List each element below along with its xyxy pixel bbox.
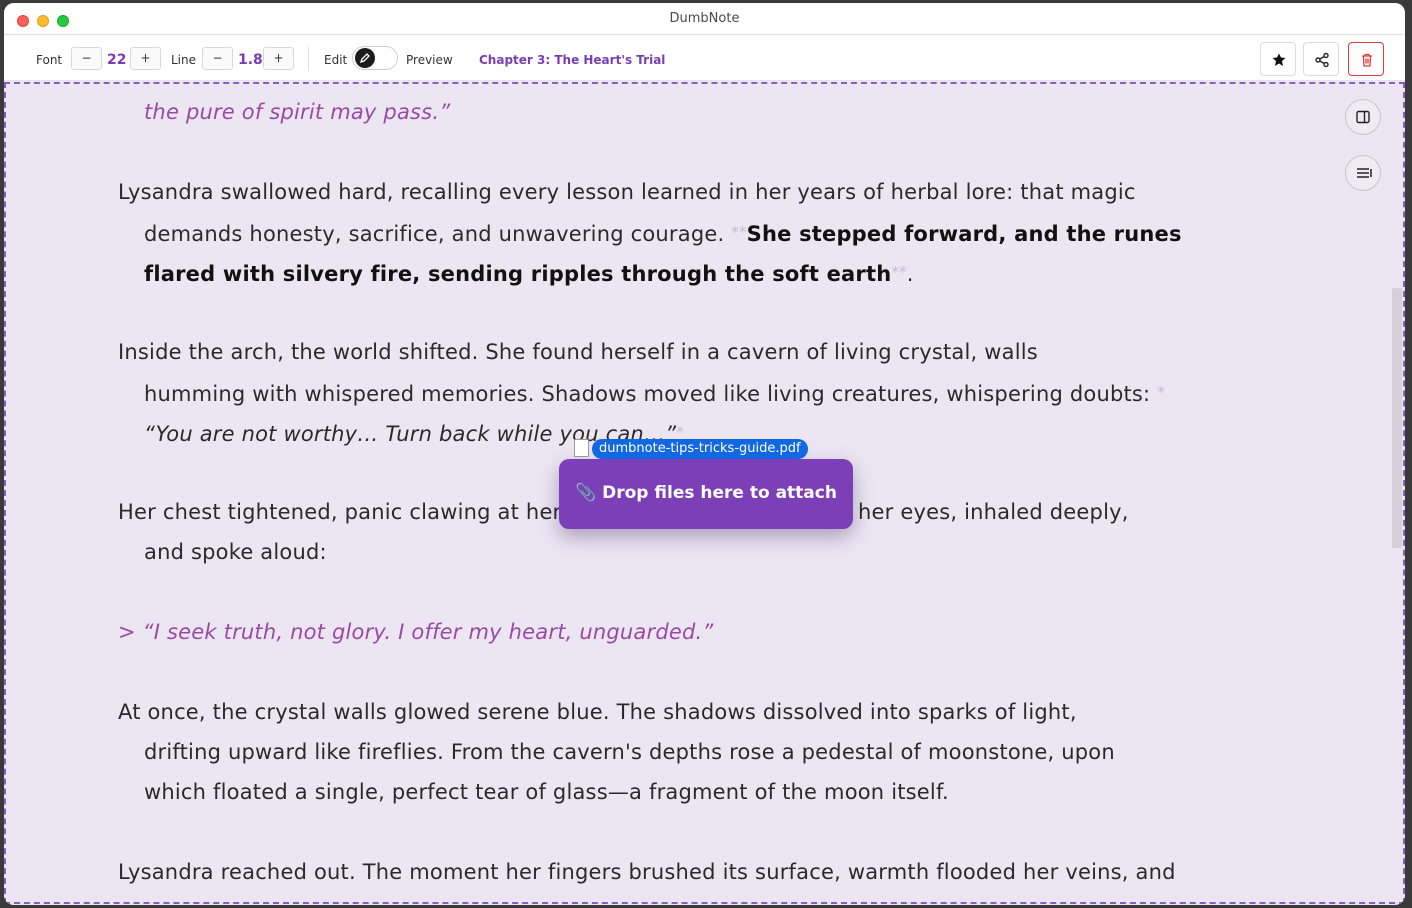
share-button[interactable] <box>1303 42 1339 76</box>
text-line: flared with silvery fire, sending ripple… <box>144 252 914 292</box>
line-increase-button[interactable]: + <box>263 47 294 70</box>
text-line: her eyes, inhaled deeply, <box>858 500 1129 524</box>
share-icon <box>1315 52 1329 68</box>
toggle-sidebar-button[interactable] <box>1345 99 1381 135</box>
bold-text: flared with silvery fire, sending ripple… <box>144 262 892 286</box>
scrollbar-thumb[interactable] <box>1392 288 1402 548</box>
font-size-value: 22 <box>107 52 127 68</box>
edit-preview-toggle[interactable] <box>352 46 398 70</box>
text-span: humming with whispered memories. Shadows… <box>144 382 1158 406</box>
list-icon <box>1357 168 1372 178</box>
text-line: which floated a single, perfect tear of … <box>144 780 949 804</box>
blockquote-line: > “I seek truth, not glory. I offer my h… <box>118 620 714 644</box>
delete-button[interactable] <box>1348 42 1384 76</box>
text-line: humming with whispered memories. Shadows… <box>144 372 1165 412</box>
pin-icon <box>1272 53 1286 66</box>
line-decrease-button[interactable]: − <box>202 47 233 70</box>
markdown-marker: ** <box>731 223 747 241</box>
line-height-value: 1.8 <box>238 52 263 68</box>
markdown-marker: * <box>1157 383 1165 401</box>
outline-button[interactable] <box>1345 155 1381 191</box>
editor-drop-zone[interactable]: the pure of spirit may pass.” Lysandra s… <box>4 82 1405 904</box>
text-line: drifting upward like fireflies. From the… <box>144 740 1115 764</box>
sidebar-icon <box>1356 110 1370 124</box>
edit-label: Edit <box>324 53 348 67</box>
chapter-title[interactable]: Chapter 3: The Heart's Trial <box>479 53 665 67</box>
font-decrease-button[interactable]: − <box>71 47 102 70</box>
markdown-marker: ** <box>891 263 907 281</box>
text-line: At once, the crystal walls glowed serene… <box>118 700 1077 724</box>
text-span: . <box>906 262 914 286</box>
drop-files-overlay[interactable]: 📎 Drop files here to attach <box>559 459 853 529</box>
text-line: Lysandra reached out. The moment her fin… <box>118 860 1176 884</box>
document-icon <box>574 439 589 457</box>
text-line: Lysandra swallowed hard, recalling every… <box>118 180 1136 204</box>
toolbar: Font − 22 + Line − 1.8 + Edit Preview Ch… <box>4 35 1405 81</box>
preview-label: Preview <box>406 53 453 67</box>
text-span: demands honesty, sacrifice, and unwaveri… <box>144 222 732 246</box>
text-line: Her chest tightened, panic clawing at he… <box>118 500 562 524</box>
trash-icon <box>1362 53 1372 67</box>
font-increase-button[interactable]: + <box>130 47 161 70</box>
text-line: and spoke aloud: <box>144 540 327 564</box>
toolbar-divider <box>308 47 309 71</box>
dragged-file-chip: dumbnote-tips-tricks-guide.pdf <box>592 439 808 459</box>
title-bar: DumbNote <box>4 3 1405 35</box>
line-label: Line <box>171 53 197 67</box>
pin-button[interactable] <box>1260 42 1296 76</box>
text-line: the pure of spirit may pass.” <box>144 100 451 124</box>
drop-files-label: 📎 Drop files here to attach <box>575 483 837 503</box>
window-title: DumbNote <box>669 11 740 26</box>
text-line: demands honesty, sacrifice, and unwaveri… <box>144 212 1182 252</box>
font-label: Font <box>36 53 63 67</box>
bold-text: She stepped forward, and the runes <box>746 222 1182 246</box>
pencil-icon <box>355 48 375 68</box>
text-line: Inside the arch, the world shifted. She … <box>118 340 1038 364</box>
app-window: DumbNote Font − 22 + Line − 1.8 + Edit P… <box>4 3 1405 905</box>
